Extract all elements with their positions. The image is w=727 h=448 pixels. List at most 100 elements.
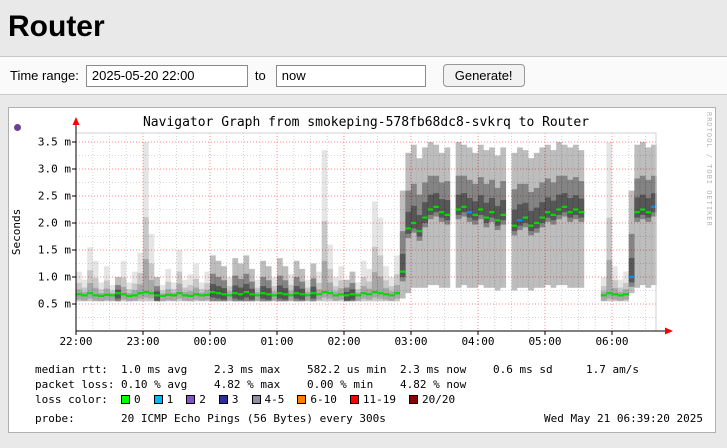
start-time-input[interactable] [86,65,248,87]
loss-color-swatch [252,395,261,404]
loss-color-key: 11-19 [350,392,396,407]
median-tick [618,294,624,296]
y-tick-label: 0.5 m [38,298,71,311]
rrdtool-watermark: RRDTOOL / TOBI OETIKER [705,112,713,227]
median-tick [556,208,562,210]
median-stat: 2.3 ms now [400,362,493,377]
median-tick [143,291,149,293]
packet-loss-stat: 0.00 % min [307,377,400,392]
median-label: median rtt: [35,362,121,377]
smokeping-navigator-graph[interactable]: Navigator Graph from smokeping-578fb68dc… [9,111,715,355]
median-tick [244,291,250,293]
median-tick [417,230,423,232]
packet-loss-stat: 4.82 % max [214,377,307,392]
median-tick [299,293,305,295]
loss-color-row: loss color:01234-56-1011-1920/20 [35,392,709,407]
median-tick [294,292,300,294]
x-tick-label: 00:00 [193,335,226,348]
median-tick [640,208,646,210]
median-tick [344,294,350,296]
median-tick [76,293,82,295]
median-tick [193,293,199,295]
x-tick-label: 03:00 [394,335,427,348]
median-tick [512,225,518,227]
median-tick [383,293,389,295]
median-tick [154,294,160,296]
loss-color-swatch [350,395,359,404]
median-tick [137,292,143,294]
median-tick [361,292,367,294]
loss-color-value: 20/20 [422,393,455,406]
median-tick [260,292,266,294]
loss-color-label: loss color: [35,392,121,407]
loss-color-value: 6-10 [310,393,337,406]
median-tick [601,294,607,296]
median-tick [249,293,255,295]
median-tick [126,295,132,297]
loss-color-key: 2 [186,392,206,407]
median-tick [227,294,233,296]
y-tick-label: 1.5 m [38,244,71,257]
probe-row: probe: 20 ICMP Echo Pings (56 Bytes) eve… [35,411,709,426]
x-tick-label: 04:00 [461,335,494,348]
x-tick-label: 06:00 [595,335,628,348]
median-tick [389,294,395,296]
median-stat: 2.3 ms max [214,362,307,377]
median-tick [149,292,155,294]
loss-color-swatch [297,395,306,404]
loss-color-value: 2 [199,393,206,406]
page-title: Router [8,10,727,44]
median-tick [422,217,428,219]
median-stat: 0.6 ms sd [493,362,586,377]
median-tick [121,293,127,295]
median-tick [461,206,467,208]
x-tick-label: 02:00 [327,335,360,348]
y-tick-label: 1.0 m [38,271,71,284]
loss-color-key: 4-5 [252,392,285,407]
median-stat: 582.2 us min [307,362,400,377]
median-tick [629,276,635,278]
median-tick [288,294,294,296]
median-tick [523,217,529,219]
median-tick [322,291,328,293]
packet-loss-label: packet loss: [35,377,121,392]
median-tick [165,294,171,296]
y-tick-label: 3.5 m [38,136,71,149]
loss-color-key: 6-10 [297,392,337,407]
median-tick [495,219,501,221]
median-tick [366,293,372,295]
packet-loss-stat: 0.10 % avg [121,377,214,392]
median-tick [305,294,311,296]
end-time-input[interactable] [276,65,426,87]
median-tick [327,292,333,294]
median-tick [311,292,317,294]
median-tick [277,292,283,294]
probe-label: probe: [35,411,121,426]
median-tick [400,271,406,273]
median-tick [82,294,88,296]
graph-timestamp: Wed May 21 06:39:20 2025 [544,411,703,426]
median-tick [456,208,462,210]
loss-color-key: 0 [121,392,141,407]
median-tick [93,294,99,296]
median-tick [182,294,188,296]
median-tick [467,211,473,213]
graph-panel: RRDTOOL / TOBI OETIKER Navigator Graph f… [8,107,716,433]
generate-button[interactable]: Generate! [443,64,525,87]
median-tick [199,294,205,296]
median-tick [539,217,545,219]
median-tick [255,294,261,296]
median-tick [160,295,166,297]
median-tick [210,291,216,293]
median-tick [517,219,523,221]
median-tick [411,222,417,224]
y-tick-label: 3.0 m [38,163,71,176]
packet-loss-stat: 4.82 % now [400,377,493,392]
y-tick-label: 2.0 m [38,217,71,230]
time-range-label: Time range: [10,68,79,83]
median-stat: 1.7 am/s [586,362,679,377]
median-tick [338,293,344,295]
median-tick [573,208,579,210]
median-tick [567,211,573,213]
median-tick [528,225,534,227]
